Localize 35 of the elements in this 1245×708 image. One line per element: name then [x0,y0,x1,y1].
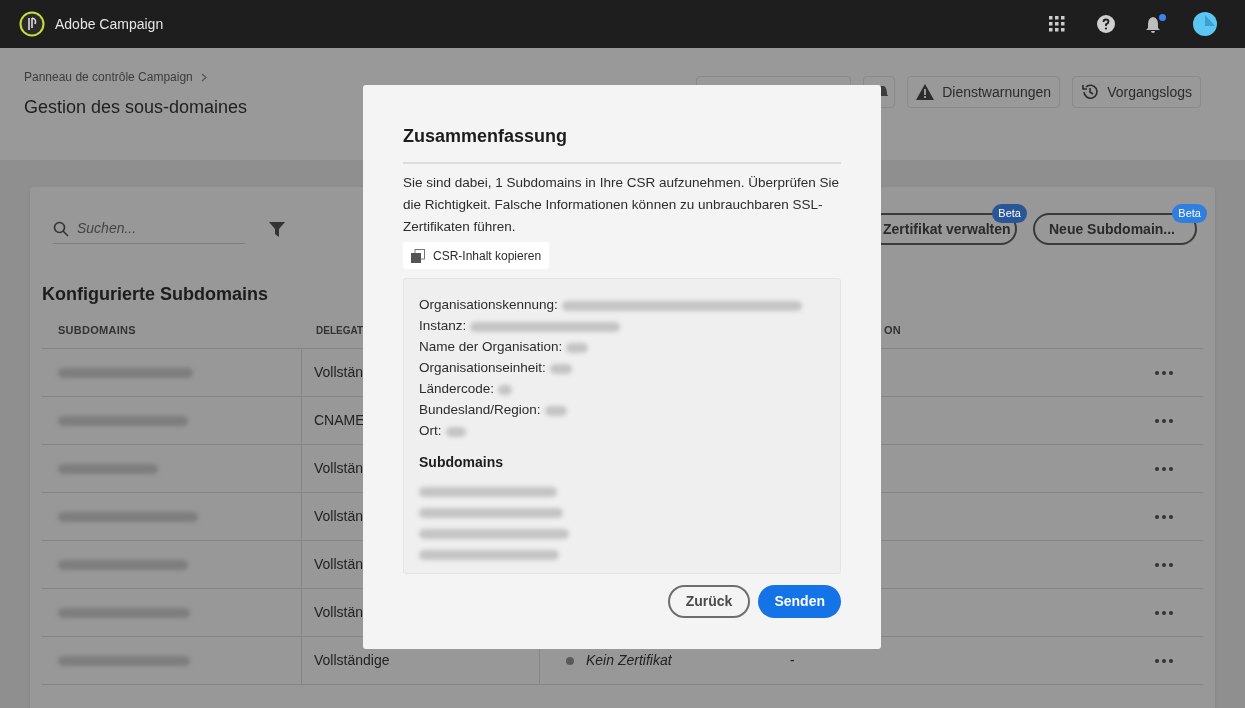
detail-label: Ort: [419,422,442,441]
detail-label: Organisationskennung: [419,296,558,315]
table-cell-text: Kein Zertifikat [586,651,672,670]
table-cell-text: Vollstän [314,459,364,478]
detail-label: Bundesland/Region: [419,401,541,420]
table-cell-text: Vollstän [314,507,364,526]
warnings-button[interactable]: Dienstwarnungen [907,76,1061,108]
breadcrumb-link[interactable]: Panneau de contrôle Campaign [24,68,193,86]
detail-label: Organisationseinheit: [419,359,546,378]
dialog-message: Sie sind dabei, 1 Subdomains in Ihre CSR aufzunehmen. Überprüfen Sie die Richtigkeit. Falsche Informationen können zu unbrauchbaren SSL-Zertifikaten führen. [403,174,840,236]
logs-button[interactable]: Vorgangslogs [1072,76,1201,108]
column-header: SUBDOMAINS [57,323,137,339]
table-cell-text: Vollstän [314,555,364,574]
search-field[interactable]: Suchen... [53,214,245,244]
copy-csr-button[interactable]: CSR-Inhalt kopieren [403,242,550,269]
table-cell-text: Vollstän [314,363,364,382]
page-title: Gestion des sous-domaines [24,96,248,119]
back-button[interactable]: Zurück [667,585,751,618]
detail-label: Instanz: [419,317,467,336]
search-input[interactable]: Suchen... [77,218,227,239]
beta-badge: Beta [1172,204,1207,223]
table-cell-text: Vollständige [314,651,390,670]
subdomains-heading: Subdomains [419,453,504,472]
section-title: Konfigurierte Subdomains [42,283,268,306]
column-header: ON [883,323,902,339]
dialog-title: Zusammenfassung [403,123,841,164]
table-cell-text: CNAME [314,411,365,430]
table-cell-text: Vollstän [314,603,364,622]
app-name: Adobe Campaign [55,14,164,34]
column-header: DELEGAT [316,325,364,337]
table-cell-text: - [790,651,795,670]
beta-badge: Beta [992,204,1027,223]
detail-label: Ländercode: [419,380,495,399]
send-button[interactable]: Senden [758,585,841,618]
detail-label: Name der Organisation: [419,338,563,357]
